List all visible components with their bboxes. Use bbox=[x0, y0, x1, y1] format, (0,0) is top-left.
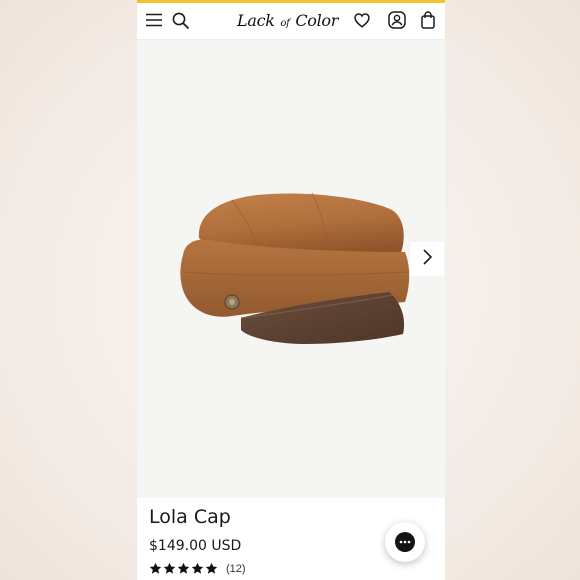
star-icon bbox=[205, 562, 218, 574]
heart-icon[interactable] bbox=[354, 13, 370, 28]
logo-word-2: of bbox=[280, 18, 290, 29]
chat-bubble-icon bbox=[395, 532, 415, 552]
rating-stars bbox=[149, 562, 218, 575]
shopping-bag-icon[interactable] bbox=[421, 11, 435, 29]
gallery-next-button[interactable] bbox=[410, 242, 444, 276]
chat-button[interactable] bbox=[385, 522, 425, 562]
logo-word-3: Color bbox=[295, 11, 339, 30]
star-icon bbox=[149, 562, 162, 574]
product-price: $149.00 USD bbox=[149, 538, 242, 554]
star-icon bbox=[177, 562, 190, 574]
product-rating[interactable]: (12) bbox=[149, 562, 246, 575]
product-image-gallery[interactable] bbox=[137, 40, 445, 498]
hamburger-menu-icon[interactable] bbox=[146, 13, 162, 27]
site-header: Lack of Color bbox=[137, 3, 445, 40]
search-icon[interactable] bbox=[172, 12, 189, 29]
brand-logo[interactable]: Lack of Color bbox=[237, 9, 338, 33]
chevron-right-icon bbox=[422, 248, 433, 270]
star-icon bbox=[191, 562, 204, 574]
star-icon bbox=[163, 562, 176, 574]
user-account-icon[interactable] bbox=[388, 11, 406, 29]
product-image-cap bbox=[180, 192, 410, 344]
product-info: Lola Cap $149.00 USD (12) bbox=[137, 498, 445, 580]
mobile-screen: Lack of Color Lola Cap $149.00 USD (12) bbox=[137, 0, 445, 580]
logo-word-1: Lack bbox=[237, 11, 275, 30]
review-count: (12) bbox=[226, 562, 246, 575]
product-title: Lola Cap bbox=[149, 506, 231, 528]
